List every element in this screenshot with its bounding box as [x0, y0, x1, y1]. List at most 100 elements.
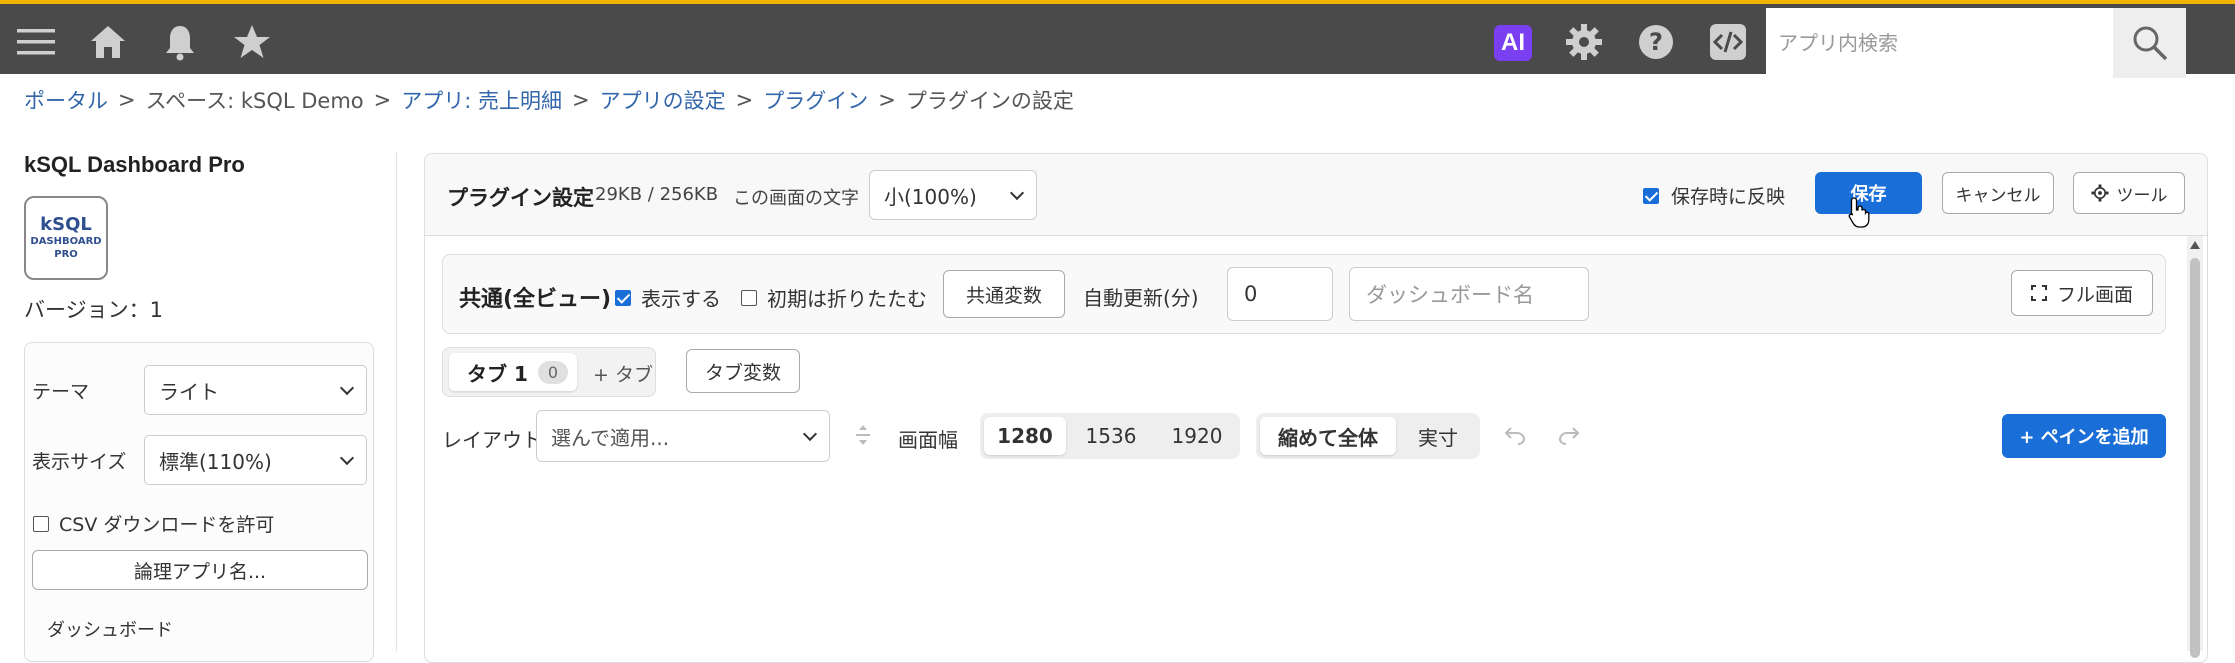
breadcrumb-sep: > [878, 88, 896, 112]
collapse-option[interactable]: 初期は折りたたむ [741, 283, 927, 312]
display-size-label: 表示サイズ [32, 451, 127, 473]
layout-select[interactable]: 選んで適用... [536, 410, 830, 462]
collapse-checkbox[interactable] [741, 289, 757, 306]
undo-icon[interactable] [1504, 425, 1526, 445]
search-icon [2133, 26, 2167, 61]
reflect-on-save-label: 保存時に反映 [1671, 186, 1786, 208]
breadcrumb-sep: > [373, 88, 392, 112]
ai-label: AI [1501, 29, 1525, 56]
fullscreen-label: フル画面 [2056, 283, 2133, 306]
auto-refresh-label: 自動更新(分) [1083, 286, 1199, 310]
settings-title: プラグイン設定 [447, 186, 594, 210]
screen-width-group: 1280 1536 1920 [980, 413, 1240, 459]
auto-refresh-input[interactable]: 0 [1227, 267, 1333, 321]
display-size-value: 標準(110%) [159, 449, 272, 474]
breadcrumb-sep: > [118, 88, 136, 112]
reflect-on-save-option[interactable]: 保存時に反映 [1643, 182, 1785, 209]
dashboard-label: ダッシュボード [47, 620, 173, 641]
cancel-button[interactable]: キャンセル [1942, 172, 2054, 214]
plugin-settings-panel: プラグイン設定 29KB / 256KB この画面の文字 小(100%) 保存時… [424, 153, 2208, 663]
theme-label: テーマ [32, 381, 90, 403]
breadcrumb-sep: > [572, 88, 590, 112]
csv-download-checkbox[interactable] [33, 515, 49, 532]
breadcrumb-portal[interactable]: ポータル [24, 85, 108, 115]
fullscreen-icon [2030, 285, 2047, 301]
gear-icon[interactable] [1562, 20, 1606, 64]
breadcrumb-plugin-settings: プラグインの設定 [905, 89, 1074, 113]
chevron-down-icon [339, 380, 355, 395]
layout-select-value: 選んで適用... [551, 425, 670, 450]
chevron-down-icon [802, 426, 818, 441]
plugin-name: kSQL Dashboard Pro [24, 152, 245, 177]
gear-icon [2090, 184, 2109, 202]
actual-size-option[interactable]: 実寸 [1400, 417, 1476, 455]
fullscreen-button[interactable]: フル画面 [2011, 270, 2153, 316]
show-option[interactable]: 表示する [615, 283, 721, 312]
auto-refresh-value: 0 [1244, 282, 1258, 306]
code-icon[interactable] [1706, 20, 1750, 64]
tools-label: ツール [2116, 185, 2168, 206]
help-icon[interactable]: ? [1634, 20, 1678, 64]
divider [396, 152, 397, 651]
breadcrumb-app-settings[interactable]: アプリの設定 [600, 85, 726, 115]
scroll-thumb[interactable] [2190, 258, 2200, 658]
layout-label: レイアウト [442, 428, 542, 452]
settings-header: プラグイン設定 29KB / 256KB この画面の文字 小(100%) 保存時… [425, 154, 2207, 236]
logo-text: kSQL [40, 214, 92, 235]
scroll-up-icon[interactable] [2189, 240, 2201, 250]
logo-text: PRO [54, 249, 78, 260]
top-bar: AI ? [0, 0, 2235, 78]
plugin-logo: kSQL DASHBOARD PRO [24, 196, 108, 280]
logo-text: DASHBOARD [30, 236, 102, 247]
fit-all-option[interactable]: 縮めて全体 [1260, 417, 1396, 455]
zoom-mode-group: 縮めて全体 実寸 [1256, 413, 1480, 459]
tab-bar: タブ 1 0 + タブ [442, 347, 656, 397]
search-button[interactable] [2113, 8, 2186, 78]
menu-icon[interactable] [14, 20, 58, 64]
star-icon[interactable] [230, 20, 274, 64]
breadcrumb: ポータル > スペース: kSQL Demo > アプリ: 売上明細 > アプリ… [24, 86, 1074, 114]
theme-select[interactable]: ライト [144, 365, 367, 415]
collapse-label: 初期は折りたたむ [767, 287, 927, 311]
bell-icon[interactable] [158, 20, 202, 64]
main-scrollbar[interactable] [2187, 236, 2203, 658]
chevron-down-icon [1009, 185, 1025, 200]
width-option-1280[interactable]: 1280 [984, 417, 1066, 455]
separator-icon [856, 425, 870, 445]
font-size-label: この画面の文字 [733, 188, 859, 209]
reflect-on-save-checkbox[interactable] [1643, 187, 1659, 204]
redo-icon[interactable] [1558, 425, 1580, 445]
size-info: 29KB / 256KB [595, 184, 719, 205]
search-input[interactable] [1766, 8, 2113, 78]
chevron-down-icon [339, 450, 355, 465]
common-vars-button[interactable]: 共通変数 [943, 270, 1065, 318]
tab-vars-button[interactable]: タブ変数 [686, 349, 800, 393]
add-tab-button[interactable]: + タブ [593, 360, 653, 387]
add-pane-button[interactable]: + ペインを追加 [2002, 414, 2166, 458]
breadcrumb-sep: > [735, 88, 754, 112]
dashboard-name-placeholder: ダッシュボード名 [1366, 283, 1534, 307]
breadcrumb-plugins[interactable]: プラグイン [763, 85, 868, 115]
tab-1[interactable]: タブ 1 0 [449, 353, 577, 391]
csv-download-label: CSV ダウンロードを許可 [59, 514, 275, 536]
csv-download-option[interactable]: CSV ダウンロードを許可 [33, 510, 274, 537]
display-size-select[interactable]: 標準(110%) [144, 435, 367, 485]
breadcrumb-app[interactable]: アプリ: 売上明細 [401, 85, 562, 115]
common-title: 共通(全ビュー) [459, 287, 612, 312]
logical-app-name-button[interactable]: 論理アプリ名... [32, 550, 368, 590]
font-size-select[interactable]: 小(100%) [869, 170, 1037, 220]
pointer-cursor-icon [1848, 197, 1870, 228]
tab-1-label: タブ 1 [467, 361, 528, 386]
width-option-1536[interactable]: 1536 [1070, 417, 1152, 455]
tab-count-badge: 0 [537, 360, 569, 384]
show-checkbox[interactable] [615, 289, 631, 306]
home-icon[interactable] [86, 20, 130, 64]
breadcrumb-space[interactable]: スペース: kSQL Demo [146, 85, 364, 115]
screen-width-label: 画面幅 [898, 428, 958, 452]
dashboard-name-input[interactable]: ダッシュボード名 [1349, 267, 1589, 321]
svg-text:?: ? [1649, 28, 1663, 56]
tools-button[interactable]: ツール [2073, 172, 2185, 214]
plugin-version: バージョン：1 [24, 298, 163, 322]
width-option-1920[interactable]: 1920 [1156, 417, 1238, 455]
ai-icon[interactable]: AI [1494, 25, 1532, 61]
